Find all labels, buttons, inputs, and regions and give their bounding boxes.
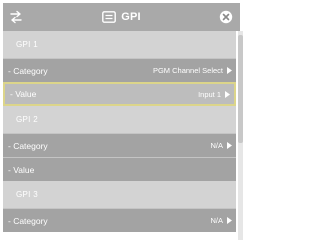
chevron-right-icon — [225, 90, 230, 98]
gpi-2-category-row[interactable]: - Category N/A — [3, 133, 236, 157]
row-label: - Value — [10, 89, 37, 99]
gpi-panel-icon — [102, 11, 117, 23]
panel-title: GPI — [121, 11, 141, 23]
close-icon[interactable] — [219, 10, 233, 24]
section-header-gpi-3: GPI 3 — [3, 181, 236, 208]
gpi-1-value-row[interactable]: - Value Input 1 — [3, 82, 236, 106]
panel-title-group: GPI — [3, 3, 240, 31]
row-value: Input 1 — [198, 89, 221, 99]
row-value: PGM Channel Select — [152, 66, 223, 75]
section-header-gpi-1: GPI 1 — [3, 31, 236, 58]
row-label: - Category — [8, 140, 48, 151]
chevron-right-icon — [227, 142, 232, 149]
row-label: - Value — [8, 164, 35, 175]
section-header-gpi-2: GPI 2 — [3, 106, 236, 133]
vertical-scrollbar[interactable] — [238, 31, 243, 240]
row-value: N/A — [210, 141, 223, 150]
gpi-settings-list: GPI 1 - Category PGM Channel Select - Va… — [3, 31, 236, 240]
scrollbar-thumb[interactable] — [238, 35, 243, 143]
panel-header: GPI — [3, 3, 240, 31]
gpi-1-category-row[interactable]: - Category PGM Channel Select — [3, 58, 236, 82]
row-label: - Category — [8, 215, 48, 226]
chevron-right-icon — [227, 67, 232, 74]
gpi-2-value-row[interactable]: - Value — [3, 157, 236, 181]
row-label: - Category — [8, 65, 48, 76]
row-value: N/A — [210, 216, 223, 225]
gpi-3-category-row[interactable]: - Category N/A — [3, 208, 236, 232]
gpi-panel: GPI GPI 1 - Category PGM Channel Select … — [0, 0, 245, 240]
chevron-right-icon — [227, 217, 232, 224]
